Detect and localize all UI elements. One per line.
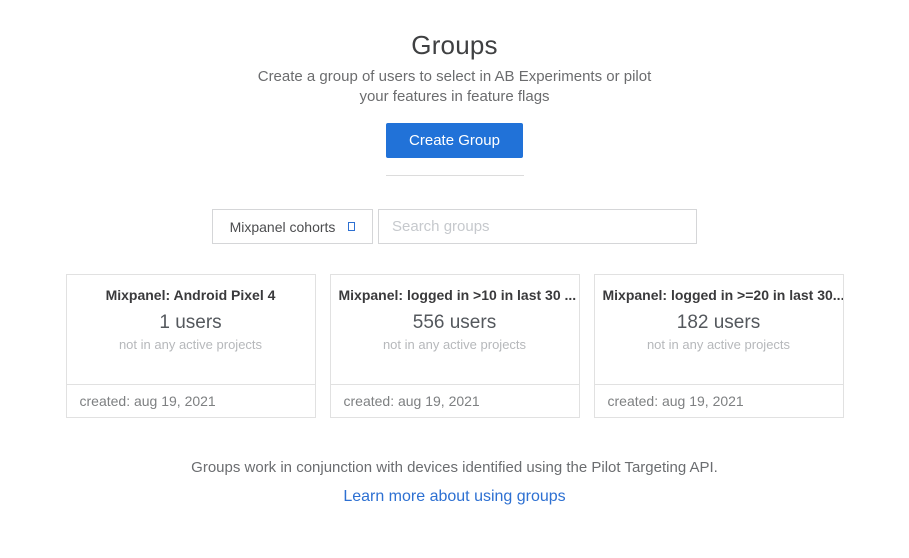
group-created-date: created: aug 19, 2021 <box>331 384 579 417</box>
group-card-title: Mixpanel: logged in >10 in last 30 ... <box>331 287 579 303</box>
create-group-button[interactable]: Create Group <box>386 123 523 158</box>
search-groups-input[interactable] <box>378 209 697 244</box>
group-card-title: Mixpanel: Android Pixel 4 <box>67 287 315 303</box>
learn-more-link[interactable]: Learn more about using groups <box>343 488 565 506</box>
group-projects-status: not in any active projects <box>331 337 579 352</box>
group-card-title: Mixpanel: logged in >=20 in last 30... <box>595 287 843 303</box>
group-cards: Mixpanel: Android Pixel 4 1 users not in… <box>0 274 909 418</box>
filters-row: Mixpanel cohorts <box>212 209 697 244</box>
group-card-body: Mixpanel: logged in >10 in last 30 ... 5… <box>331 275 579 384</box>
group-card[interactable]: Mixpanel: Android Pixel 4 1 users not in… <box>66 274 316 418</box>
cohort-source-dropdown[interactable]: Mixpanel cohorts <box>212 209 373 244</box>
group-projects-status: not in any active projects <box>595 337 843 352</box>
group-card-body: Mixpanel: Android Pixel 4 1 users not in… <box>67 275 315 384</box>
group-users-count: 182 users <box>595 312 843 334</box>
group-card[interactable]: Mixpanel: logged in >=20 in last 30... 1… <box>594 274 844 418</box>
page-title: Groups <box>0 0 909 61</box>
groups-page: Groups Create a group of users to select… <box>0 0 909 558</box>
cohort-source-dropdown-value: Mixpanel cohorts <box>230 219 336 235</box>
dropdown-indicator-icon <box>348 222 355 231</box>
divider <box>386 175 524 176</box>
group-users-count: 556 users <box>331 312 579 334</box>
footer-info: Groups work in conjunction with devices … <box>0 458 909 478</box>
page-subtitle: Create a group of users to select in AB … <box>255 67 655 107</box>
group-projects-status: not in any active projects <box>67 337 315 352</box>
group-created-date: created: aug 19, 2021 <box>67 384 315 417</box>
group-card-body: Mixpanel: logged in >=20 in last 30... 1… <box>595 275 843 384</box>
group-users-count: 1 users <box>67 312 315 334</box>
group-card[interactable]: Mixpanel: logged in >10 in last 30 ... 5… <box>330 274 580 418</box>
group-created-date: created: aug 19, 2021 <box>595 384 843 417</box>
